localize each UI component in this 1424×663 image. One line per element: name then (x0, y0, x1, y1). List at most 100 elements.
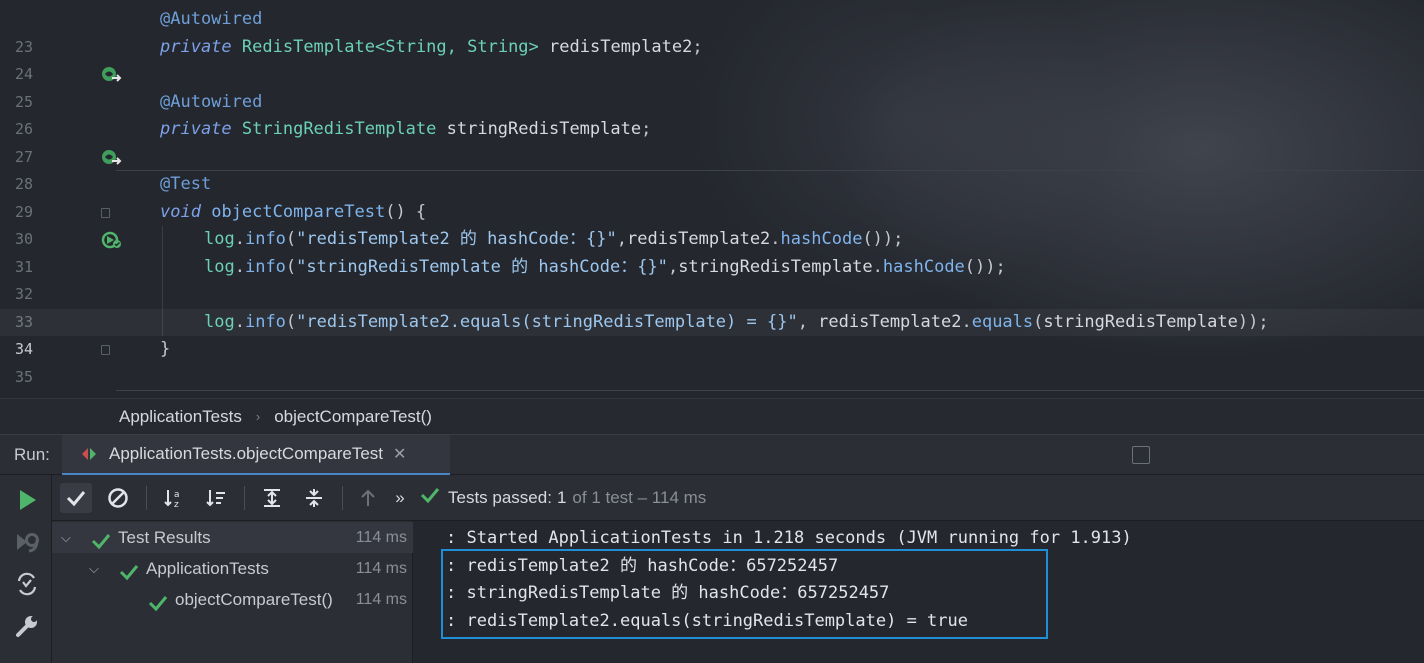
tree-node-label: Test Results (118, 528, 211, 547)
run-test-icon[interactable] (40, 204, 122, 249)
chevron-right-icon: › (255, 409, 261, 424)
code-token: StringRedisTemplate (241, 119, 437, 139)
rerun-icon[interactable] (14, 487, 40, 513)
code-token: , (616, 229, 627, 249)
show-passed-icon[interactable] (60, 483, 92, 513)
code-text: log.info("stringRedisTemplate 的 hashCode… (204, 254, 1006, 282)
code-token: )); (1237, 311, 1269, 332)
test-status-summary: Tests passed: 1 of 1 test – 114 ms (420, 486, 706, 509)
autowired-bean-icon[interactable] (40, 39, 122, 82)
console-line: : redisTemplate2 的 hashCode：657252457 (446, 556, 839, 576)
code-line: 24 private RedisTemplate<String, String>… (0, 34, 1424, 84)
code-token: redisTemplate2 (818, 311, 962, 332)
code-token: stringRedisTemplate (1043, 311, 1238, 332)
tree-node-duration: 114 ms (355, 560, 407, 577)
code-token: < (374, 36, 386, 57)
code-token: log (204, 229, 235, 249)
code-token: . (961, 311, 972, 332)
tree-node-application-tests[interactable]: ⌵ ApplicationTests 114 ms (52, 553, 413, 584)
code-token: stringRedisTemplate (446, 119, 642, 139)
toolbar-separator (244, 486, 245, 510)
toggle-auto-test-icon[interactable] (14, 571, 40, 597)
chevron-down-icon[interactable]: ⌵ (89, 553, 99, 584)
rerun-failed-icon[interactable] (14, 529, 40, 555)
toolbar-separator (342, 486, 343, 510)
code-token: ; (692, 36, 703, 57)
test-runner-toolbar: az » Tests passed: 1 of 1 test – 114 ms (52, 475, 1424, 521)
code-line: 25 (0, 61, 1424, 111)
breadcrumb-class[interactable]: ApplicationTests (119, 407, 242, 427)
code-token: objectCompareTest (211, 201, 386, 222)
code-token: String (385, 36, 447, 57)
code-token: private (160, 36, 232, 57)
collapse-all-icon[interactable] (298, 483, 330, 513)
code-editor[interactable]: 23 @Autowired 24 private RedisTemplate<S… (0, 0, 1424, 398)
more-actions-chevron-icon[interactable]: » (384, 483, 416, 513)
code-token: RedisTemplate (241, 36, 375, 57)
show-ignored-icon[interactable] (102, 483, 134, 513)
line-number: 36 (0, 391, 33, 398)
run-configuration-tab[interactable]: ApplicationTests.objectCompareTest ✕ (62, 435, 450, 475)
fold-marker-icon[interactable] (101, 207, 110, 218)
sort-alphabetically-icon[interactable]: az (158, 483, 190, 513)
code-line: 29 @Test (0, 171, 1424, 221)
code-token: ()); (964, 256, 1006, 277)
layout-icon[interactable] (1132, 446, 1150, 464)
code-token: , (797, 311, 819, 332)
code-line: 27 private StringRedisTemplate stringRed… (0, 116, 1424, 166)
check-icon (148, 591, 168, 612)
chevron-down-icon[interactable]: ⌵ (61, 522, 71, 553)
autowired-bean-icon[interactable] (40, 121, 122, 165)
code-token: . (872, 256, 883, 277)
svg-text:a: a (174, 490, 180, 500)
check-icon (91, 529, 111, 550)
previous-occurrence-icon[interactable] (352, 483, 384, 513)
check-icon (119, 560, 139, 581)
wrench-icon[interactable] (14, 613, 40, 639)
test-results-tree: ⌵ Test Results 114 ms ⌵ ApplicationTests… (52, 521, 413, 663)
tree-node-object-compare-test[interactable]: objectCompareTest() 114 ms (52, 584, 413, 615)
code-token: equals (971, 311, 1034, 332)
code-token: , (446, 36, 468, 57)
tree-node-duration: 114 ms (355, 591, 407, 608)
code-line: 28 (0, 144, 1424, 193)
console-output[interactable]: : Started ApplicationTests in 1.218 seco… (414, 521, 1424, 663)
code-text: } (160, 336, 170, 364)
run-label: Run: (14, 445, 50, 464)
code-line: 35 } (0, 336, 1424, 386)
expand-all-icon[interactable] (256, 483, 288, 513)
code-text: log.info("redisTemplate2 的 hashCode：{}",… (204, 226, 903, 254)
run-tab-label: ApplicationTests.objectCompareTest (109, 444, 384, 463)
close-icon[interactable]: ✕ (393, 444, 406, 464)
breadcrumb-method[interactable]: objectCompareTest() (274, 407, 432, 427)
code-token: info (244, 311, 286, 332)
run-tool-window-header: Run: ApplicationTests.objectCompareTest … (0, 434, 1424, 475)
code-token: ( (285, 256, 297, 277)
code-token: ( (1033, 311, 1044, 332)
tree-node-duration: 114 ms (355, 529, 407, 546)
code-token: . (234, 311, 245, 332)
tests-passed-detail: of 1 test – 114 ms (572, 487, 707, 507)
code-text: @Autowired (160, 89, 262, 117)
code-token: @Autowired (160, 91, 263, 112)
code-text: @Test (160, 171, 211, 199)
breadcrumb: ApplicationTests › objectCompareTest() (0, 398, 1424, 434)
code-line: 32 log.info("stringRedisTemplate 的 hashC… (0, 254, 1424, 304)
fold-marker-icon[interactable] (101, 345, 110, 355)
code-token: info (244, 229, 286, 249)
code-token: redisTemplate2 (549, 36, 693, 57)
code-line: 33 (0, 281, 1424, 331)
console-line: : Started ApplicationTests in 1.218 seco… (446, 528, 1132, 548)
code-token: log (204, 256, 235, 277)
code-token: , (667, 256, 679, 277)
code-line: 23 @Autowired (0, 6, 1424, 56)
code-token: redisTemplate2 (627, 229, 771, 249)
sort-by-duration-icon[interactable] (200, 483, 232, 513)
tree-node-test-results[interactable]: ⌵ Test Results 114 ms (52, 522, 413, 553)
code-token: "redisTemplate2.equals(stringRedisTempla… (296, 311, 798, 332)
code-token: . (234, 256, 245, 277)
code-token: "redisTemplate2 的 hashCode：{}" (296, 229, 617, 249)
